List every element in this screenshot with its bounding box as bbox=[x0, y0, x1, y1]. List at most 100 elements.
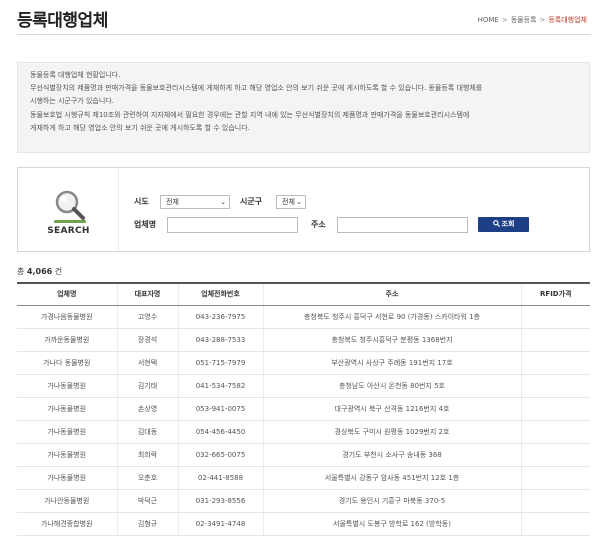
cell-address: 부산광역시 사상구 주례동 191번지 17호 bbox=[262, 351, 521, 375]
chevron-down-icon: ⌄ bbox=[296, 198, 302, 206]
cell-representative: 고영수 bbox=[116, 305, 178, 329]
total-count: 총 4,066 건 bbox=[17, 266, 62, 277]
cell-phone: 053-941-0075 bbox=[177, 397, 263, 421]
cell-representative: 김기태 bbox=[116, 374, 178, 398]
column-header-rfid-price: RFID가격 bbox=[520, 282, 590, 306]
cell-phone: 051-715-7979 bbox=[177, 351, 263, 375]
cell-company: 가나다 동물병원 bbox=[17, 351, 117, 375]
search-caption: SEARCH bbox=[47, 226, 90, 236]
table-body: 가경나음동물병원 고영수 043-236-7975 충청북도 청주시 흥덕구 서… bbox=[17, 305, 590, 536]
cell-address: 서울특별시 도봉구 방학로 162 (방학동) bbox=[262, 512, 521, 536]
cell-company: 가나동물병원 bbox=[17, 397, 117, 421]
cell-rfid-price bbox=[520, 420, 590, 444]
magnifier-icon bbox=[54, 190, 86, 223]
column-header-representative: 대표자명 bbox=[116, 282, 178, 306]
notice-line: 무선식별장치의 제품명과 판매가격을 동물보호관리시스템에 게재하게 하고 해당… bbox=[30, 84, 483, 93]
table-row[interactable]: 가나다 동물병원 서현택 051-715-7979 부산광역시 사상구 주례동 … bbox=[17, 351, 590, 375]
cell-rfid-price bbox=[520, 466, 590, 490]
sido-label: 시도 bbox=[134, 197, 149, 206]
search-button[interactable]: 조회 bbox=[478, 217, 529, 232]
table-row[interactable]: 가나해견종합병원 김형규 02-3491-4748 서울특별시 도봉구 방학로 … bbox=[17, 512, 590, 536]
cell-rfid-price bbox=[520, 328, 590, 352]
notice-line: 시행하는 시군구가 있습니다. bbox=[30, 97, 114, 106]
cell-phone: 043-288-7533 bbox=[177, 328, 263, 352]
cell-representative: 손상영 bbox=[116, 397, 178, 421]
total-number: 4,066 bbox=[26, 267, 53, 276]
company-input[interactable] bbox=[167, 217, 298, 233]
address-label: 주소 bbox=[311, 220, 326, 229]
cell-company: 가나동물병원 bbox=[17, 443, 117, 467]
cell-company: 가나동물병원 bbox=[17, 466, 117, 490]
column-header-address: 주소 bbox=[262, 282, 521, 306]
table-row[interactable]: 가경나음동물병원 고영수 043-236-7975 충청북도 청주시 흥덕구 서… bbox=[17, 305, 590, 329]
cell-phone: 031-293-8556 bbox=[177, 489, 263, 513]
notice-box: 동물등록 대행업체 현황입니다. 무선식별장치의 제품명과 판매가격을 동물보호… bbox=[17, 62, 590, 153]
cell-rfid-price bbox=[520, 397, 590, 421]
breadcrumb: HOME > 동물등록 > 등록대행업체 bbox=[478, 15, 587, 25]
chevron-down-icon: ⌄ bbox=[220, 198, 226, 206]
cell-address: 대구광역시 북구 산격동 1216번지 4호 bbox=[262, 397, 521, 421]
cell-phone: 02-441-8588 bbox=[177, 466, 263, 490]
cell-phone: 032-665-0075 bbox=[177, 443, 263, 467]
cell-rfid-price bbox=[520, 512, 590, 536]
table-row[interactable]: 가나동물병원 최희락 032-665-0075 경기도 부천시 소사구 송내동 … bbox=[17, 443, 590, 467]
cell-representative: 오춘호 bbox=[116, 466, 178, 490]
table-row[interactable]: 가나안동물병원 박덕근 031-293-8556 경기도 용인시 기흥구 마북동… bbox=[17, 489, 590, 513]
sido-select-value: 전체 bbox=[166, 198, 179, 206]
breadcrumb-animal-registration[interactable]: 동물등록 bbox=[511, 16, 537, 24]
cell-representative: 장경석 bbox=[116, 328, 178, 352]
breadcrumb-separator: > bbox=[501, 16, 508, 24]
total-prefix: 총 bbox=[17, 267, 25, 276]
cell-address: 서울특별시 강동구 암사동 451번지 12호 1층 bbox=[262, 466, 521, 490]
column-header-company: 업체명 bbox=[17, 282, 117, 306]
cell-phone: 041-534-7582 bbox=[177, 374, 263, 398]
cell-rfid-price bbox=[520, 305, 590, 329]
cell-rfid-price bbox=[520, 489, 590, 513]
cell-representative: 김형규 bbox=[116, 512, 178, 536]
address-input[interactable] bbox=[337, 217, 468, 233]
sigungu-label: 시군구 bbox=[240, 197, 263, 206]
cell-representative: 김대동 bbox=[116, 420, 178, 444]
table-row[interactable]: 가나동물병원 김대동 054-456-4450 경상북도 구미시 원평동 102… bbox=[17, 420, 590, 444]
search-button-label: 조회 bbox=[501, 220, 515, 228]
cell-phone: 054-456-4450 bbox=[177, 420, 263, 444]
search-icon bbox=[492, 220, 500, 227]
cell-rfid-price bbox=[520, 443, 590, 467]
column-header-phone: 업체전화번호 bbox=[177, 282, 263, 306]
search-logo: SEARCH bbox=[18, 168, 119, 251]
breadcrumb-current[interactable]: 등록대행업체 bbox=[548, 16, 587, 24]
cell-company: 가나동물병원 bbox=[17, 374, 117, 398]
cell-representative: 최희락 bbox=[116, 443, 178, 467]
sigungu-select[interactable]: 전체 ⌄ bbox=[276, 195, 306, 209]
cell-address: 충청북도 청주시흥덕구 분평동 1368번지 bbox=[262, 328, 521, 352]
table-row[interactable]: 가나동물병원 손상영 053-941-0075 대구광역시 북구 산격동 121… bbox=[17, 397, 590, 421]
company-label: 업체명 bbox=[134, 220, 157, 229]
breadcrumb-separator: > bbox=[539, 16, 546, 24]
cell-company: 가나동물병원 bbox=[17, 420, 117, 444]
search-panel: SEARCH bbox=[17, 167, 590, 252]
cell-address: 경상북도 구미시 원평동 1029번지 2호 bbox=[262, 420, 521, 444]
cell-address: 충청남도 아산시 온천동 80번지 5호 bbox=[262, 374, 521, 398]
page-title: 등록대행업체 bbox=[17, 11, 108, 31]
cell-address: 충청북도 청주시 흥덕구 서현로 90 (가경동) 스카이타워 1층 bbox=[262, 305, 521, 329]
cell-phone: 02-3491-4748 bbox=[177, 512, 263, 536]
total-suffix: 건 bbox=[54, 267, 63, 276]
cell-company: 가까운동물병원 bbox=[17, 328, 117, 352]
table-row[interactable]: 가나동물병원 오춘호 02-441-8588 서울특별시 강동구 암사동 451… bbox=[17, 466, 590, 490]
table-header: 업체명 대표자명 업체전화번호 주소 RFID가격 bbox=[17, 282, 590, 306]
cell-company: 가나안동물병원 bbox=[17, 489, 117, 513]
results-table: 업체명 대표자명 업체전화번호 주소 RFID가격 가경나음동물병원 고영수 0… bbox=[17, 282, 590, 536]
table-row[interactable]: 가나동물병원 김기태 041-534-7582 충청남도 아산시 온천동 80번… bbox=[17, 374, 590, 398]
notice-line: 동물보호법 시행규칙 제10조와 관련하여 지자체에서 필요한 경우에는 관할 … bbox=[30, 110, 470, 119]
cell-address: 경기도 부천시 소사구 송내동 368 bbox=[262, 443, 521, 467]
page-header: 등록대행업체 HOME > 동물등록 > 등록대행업체 bbox=[17, 0, 591, 35]
cell-address: 경기도 용인시 기흥구 마북동 370-5 bbox=[262, 489, 521, 513]
cell-rfid-price bbox=[520, 374, 590, 398]
sido-select[interactable]: 전체 ⌄ bbox=[160, 195, 230, 209]
table-row[interactable]: 가까운동물병원 장경석 043-288-7533 충청북도 청주시흥덕구 분평동… bbox=[17, 328, 590, 352]
breadcrumb-home[interactable]: HOME bbox=[478, 16, 499, 24]
cell-company: 가나해견종합병원 bbox=[17, 512, 117, 536]
cell-representative: 서현택 bbox=[116, 351, 178, 375]
notice-line: 게재하게 하고 해당 영업소 안의 보기 쉬운 곳에 게시하도록 할 수 있습니… bbox=[30, 123, 250, 132]
cell-rfid-price bbox=[520, 351, 590, 375]
